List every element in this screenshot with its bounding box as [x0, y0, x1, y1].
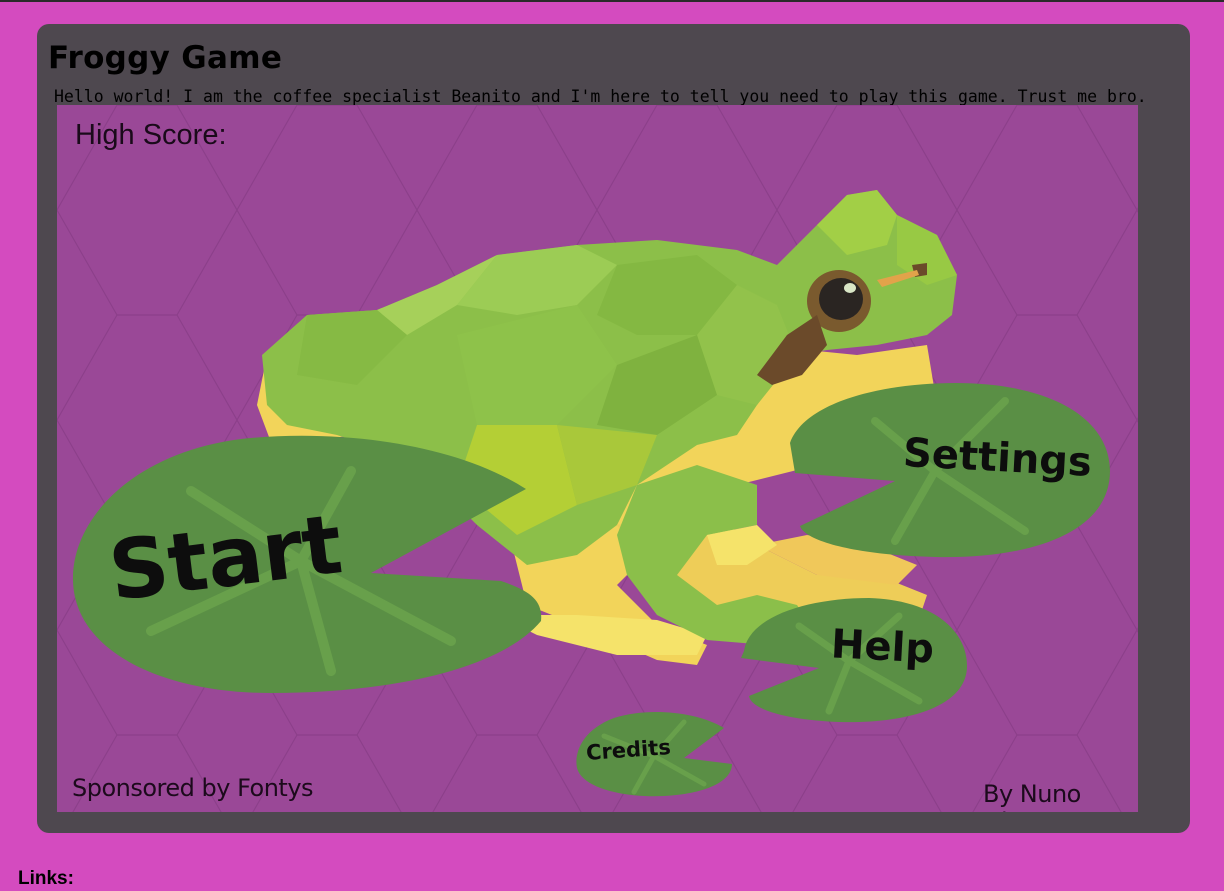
author-text: By Nuno Dias: [983, 780, 1081, 812]
start-button[interactable]: Start: [71, 431, 546, 697]
sponsor-text: Sponsored by Fontys: [72, 774, 314, 802]
settings-label: Settings: [901, 430, 1093, 486]
help-label: Help: [829, 621, 936, 673]
page-title: Froggy Game: [48, 40, 283, 76]
game-canvas[interactable]: High Score: Start Settings Help Credits …: [57, 105, 1138, 812]
game-panel: Froggy Game Hello world! I am the coffee…: [37, 24, 1190, 833]
help-button[interactable]: Help: [739, 596, 969, 724]
links-heading: Links:: [18, 868, 74, 889]
intro-text: Hello world! I am the coffee specialist …: [54, 87, 1147, 105]
credits-button[interactable]: Credits: [574, 708, 734, 798]
settings-button[interactable]: Settings: [785, 381, 1115, 561]
top-border: [0, 0, 1224, 2]
